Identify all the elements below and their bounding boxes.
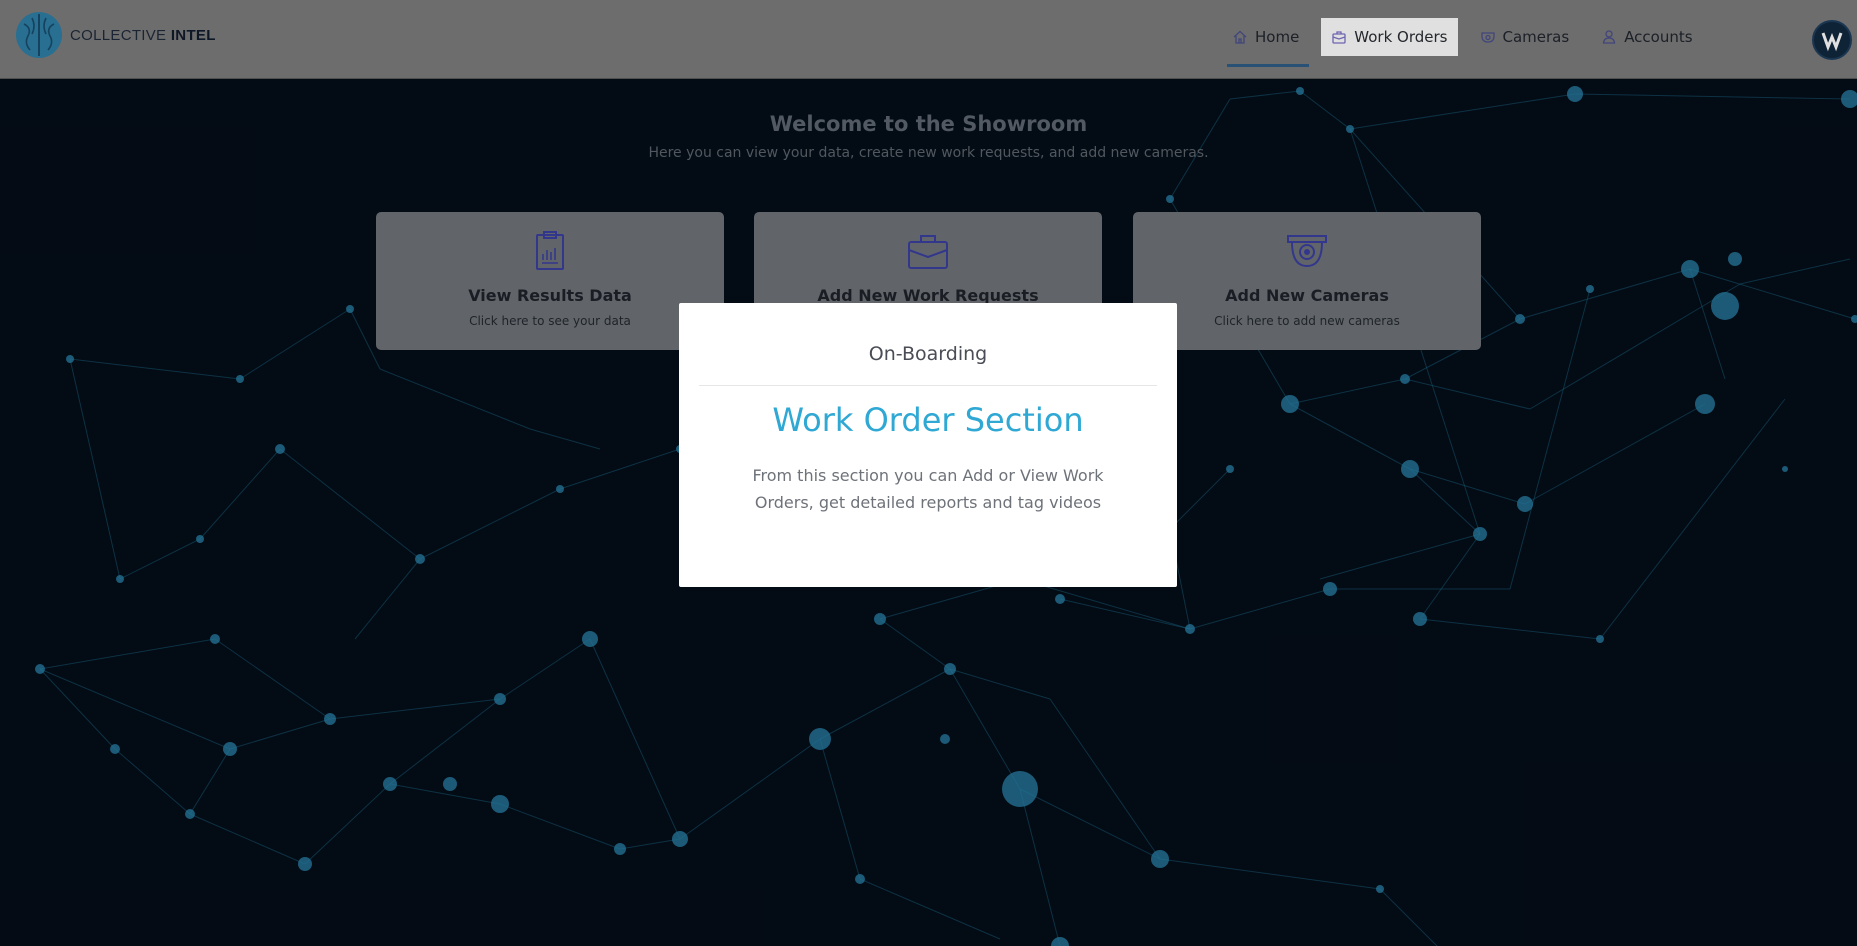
modal-title: On-Boarding — [868, 343, 988, 365]
modal-body-text: From this section you can Add or View Wo… — [752, 466, 1104, 512]
onboarding-modal: On-Boarding Work Order Section From this… — [679, 303, 1177, 587]
modal-heading: Work Order Section — [772, 401, 1084, 439]
modal-divider — [699, 385, 1157, 386]
